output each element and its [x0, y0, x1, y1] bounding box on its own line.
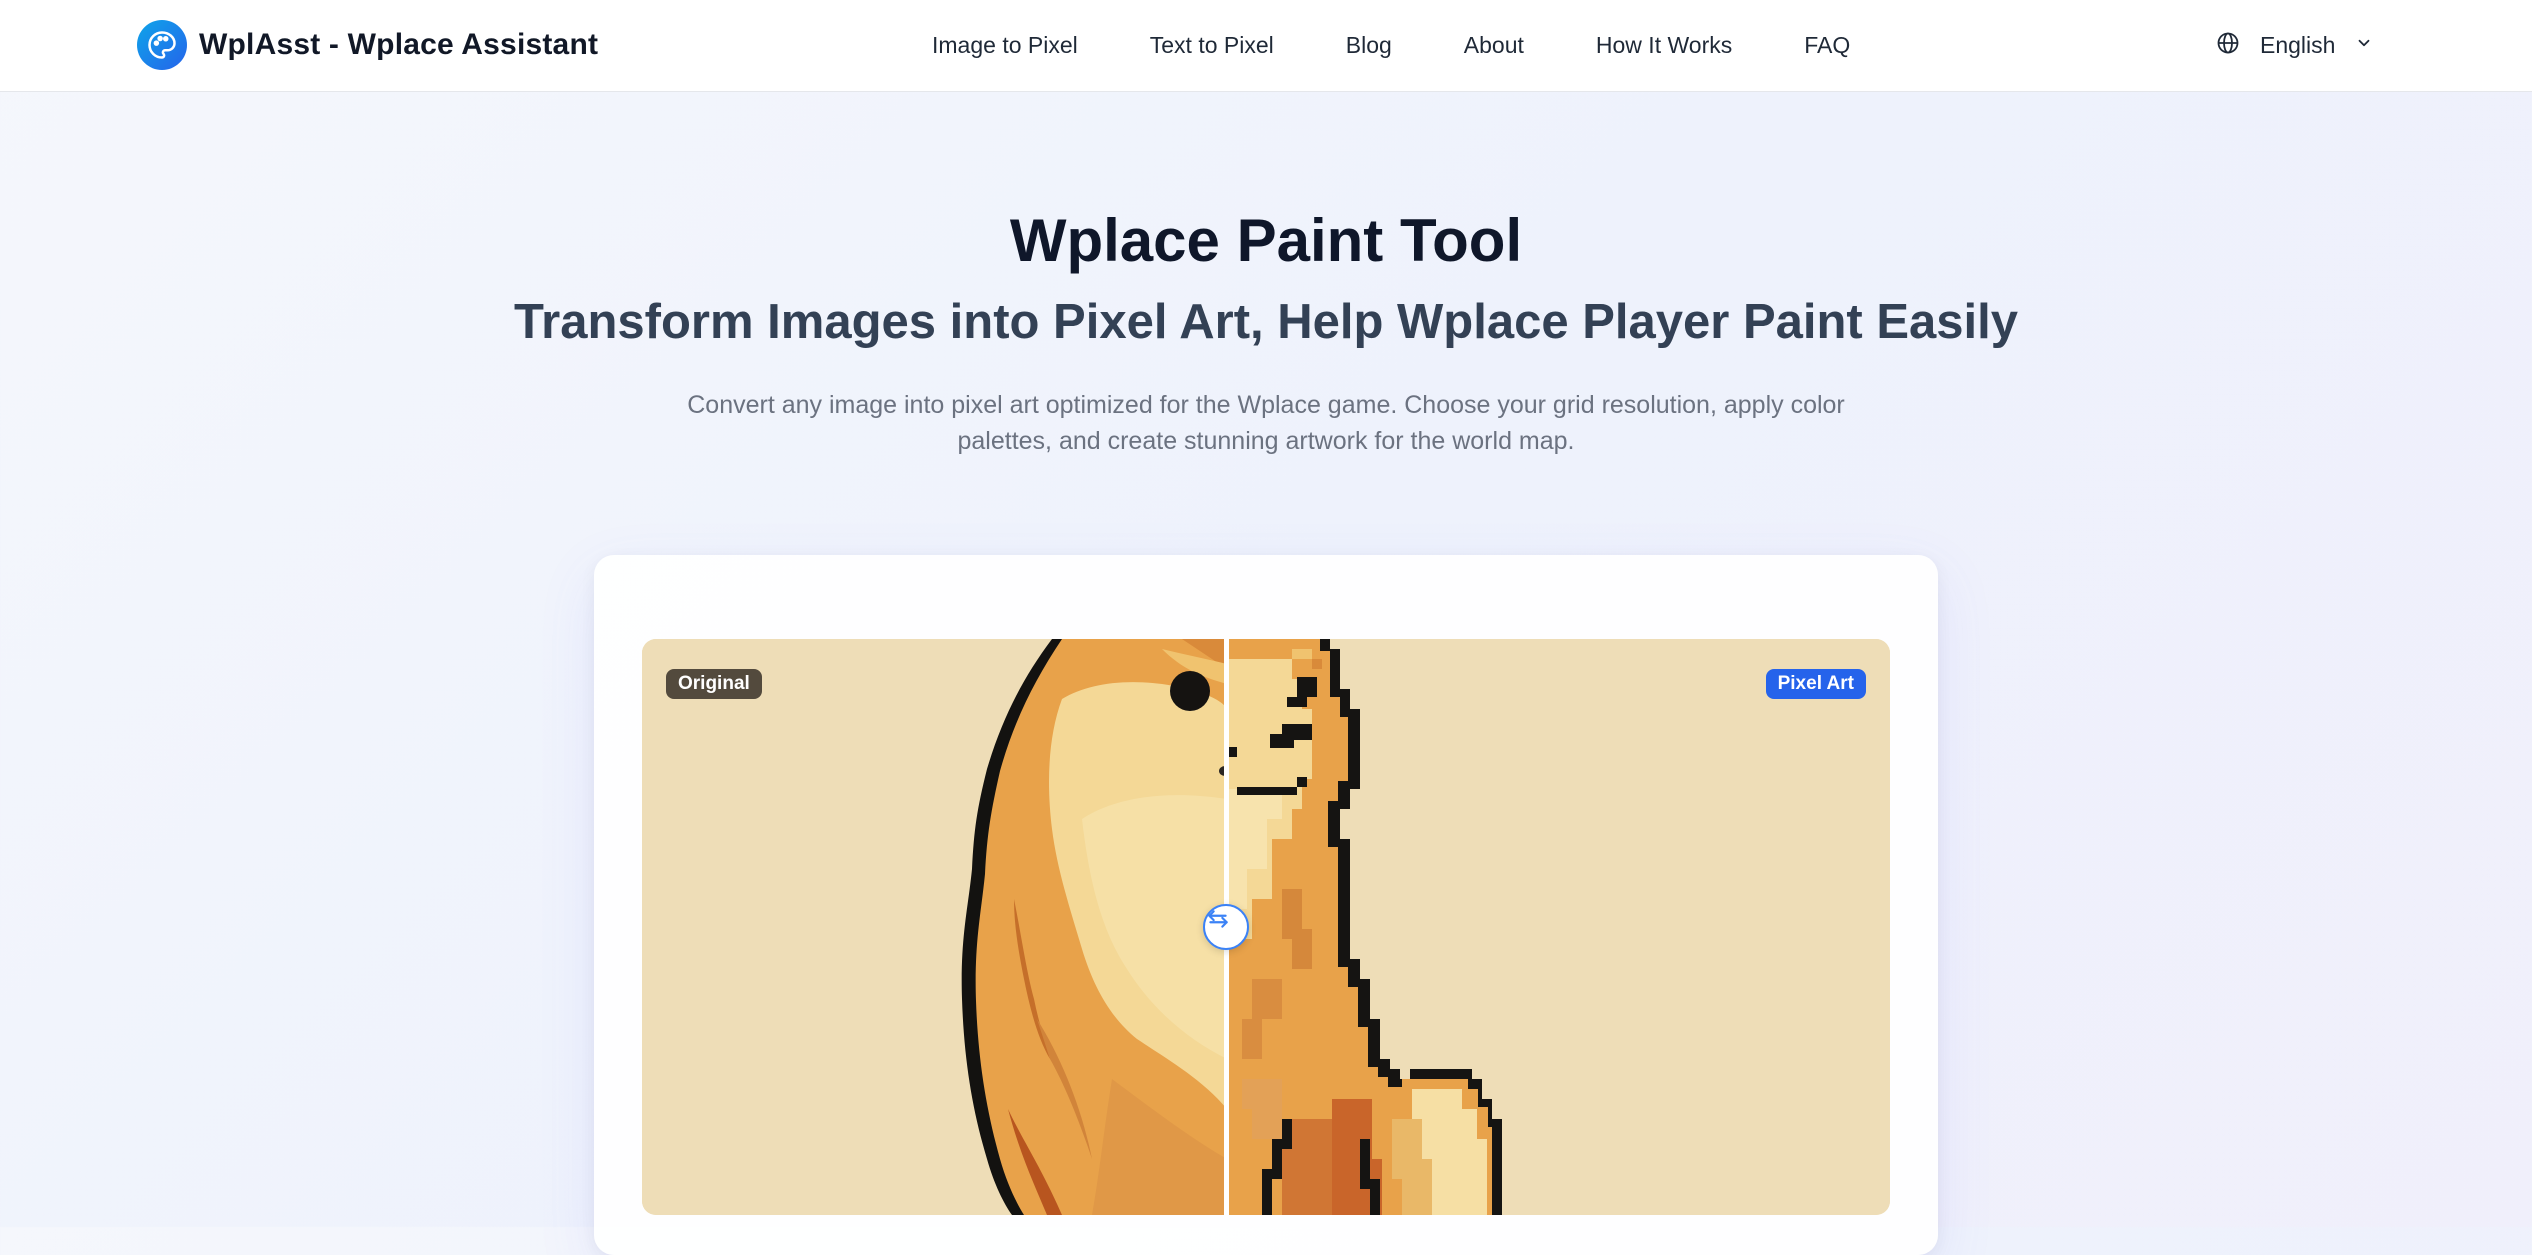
- hero-title: Wplace Paint Tool: [1009, 207, 1523, 274]
- swap-arrows-icon[interactable]: [1203, 904, 1249, 950]
- brand-name: WplAsst - Wplace Assistant: [199, 28, 599, 61]
- nav-how-it-works[interactable]: How It Works: [1596, 32, 1732, 59]
- language-selector[interactable]: English: [2216, 0, 2373, 91]
- hero-description: Convert any image into pixel art optimiz…: [687, 391, 1845, 455]
- nav-blog[interactable]: Blog: [1346, 32, 1392, 59]
- brand-link[interactable]: WplAsst - Wplace Assistant: [137, 20, 598, 70]
- main-nav: Image to Pixel Text to Pixel Blog About …: [932, 0, 1850, 91]
- nav-text-to-pixel[interactable]: Text to Pixel: [1150, 32, 1274, 59]
- nav-image-to-pixel[interactable]: Image to Pixel: [932, 32, 1078, 59]
- palette-icon: [137, 20, 187, 70]
- language-label: English: [2260, 32, 2336, 58]
- pixel-art-image: [1227, 639, 1890, 1215]
- hero-subtitle: Transform Images into Pixel Art, Help Wp…: [513, 295, 2019, 349]
- original-label: Original: [666, 669, 762, 699]
- comparison-card: Original Pixel Art: [594, 555, 1938, 1255]
- pixel-art-label: Pixel Art: [1765, 669, 1866, 699]
- top-navbar: WplAsst - Wplace Assistant Image to Pixe…: [0, 0, 2532, 92]
- nav-faq[interactable]: FAQ: [1804, 32, 1850, 59]
- chevron-down-icon: [2355, 34, 2373, 57]
- before-after-slider[interactable]: Original Pixel Art: [642, 639, 1890, 1215]
- nav-about[interactable]: About: [1464, 32, 1524, 59]
- globe-icon: [2216, 31, 2240, 60]
- original-image: [642, 639, 1227, 1215]
